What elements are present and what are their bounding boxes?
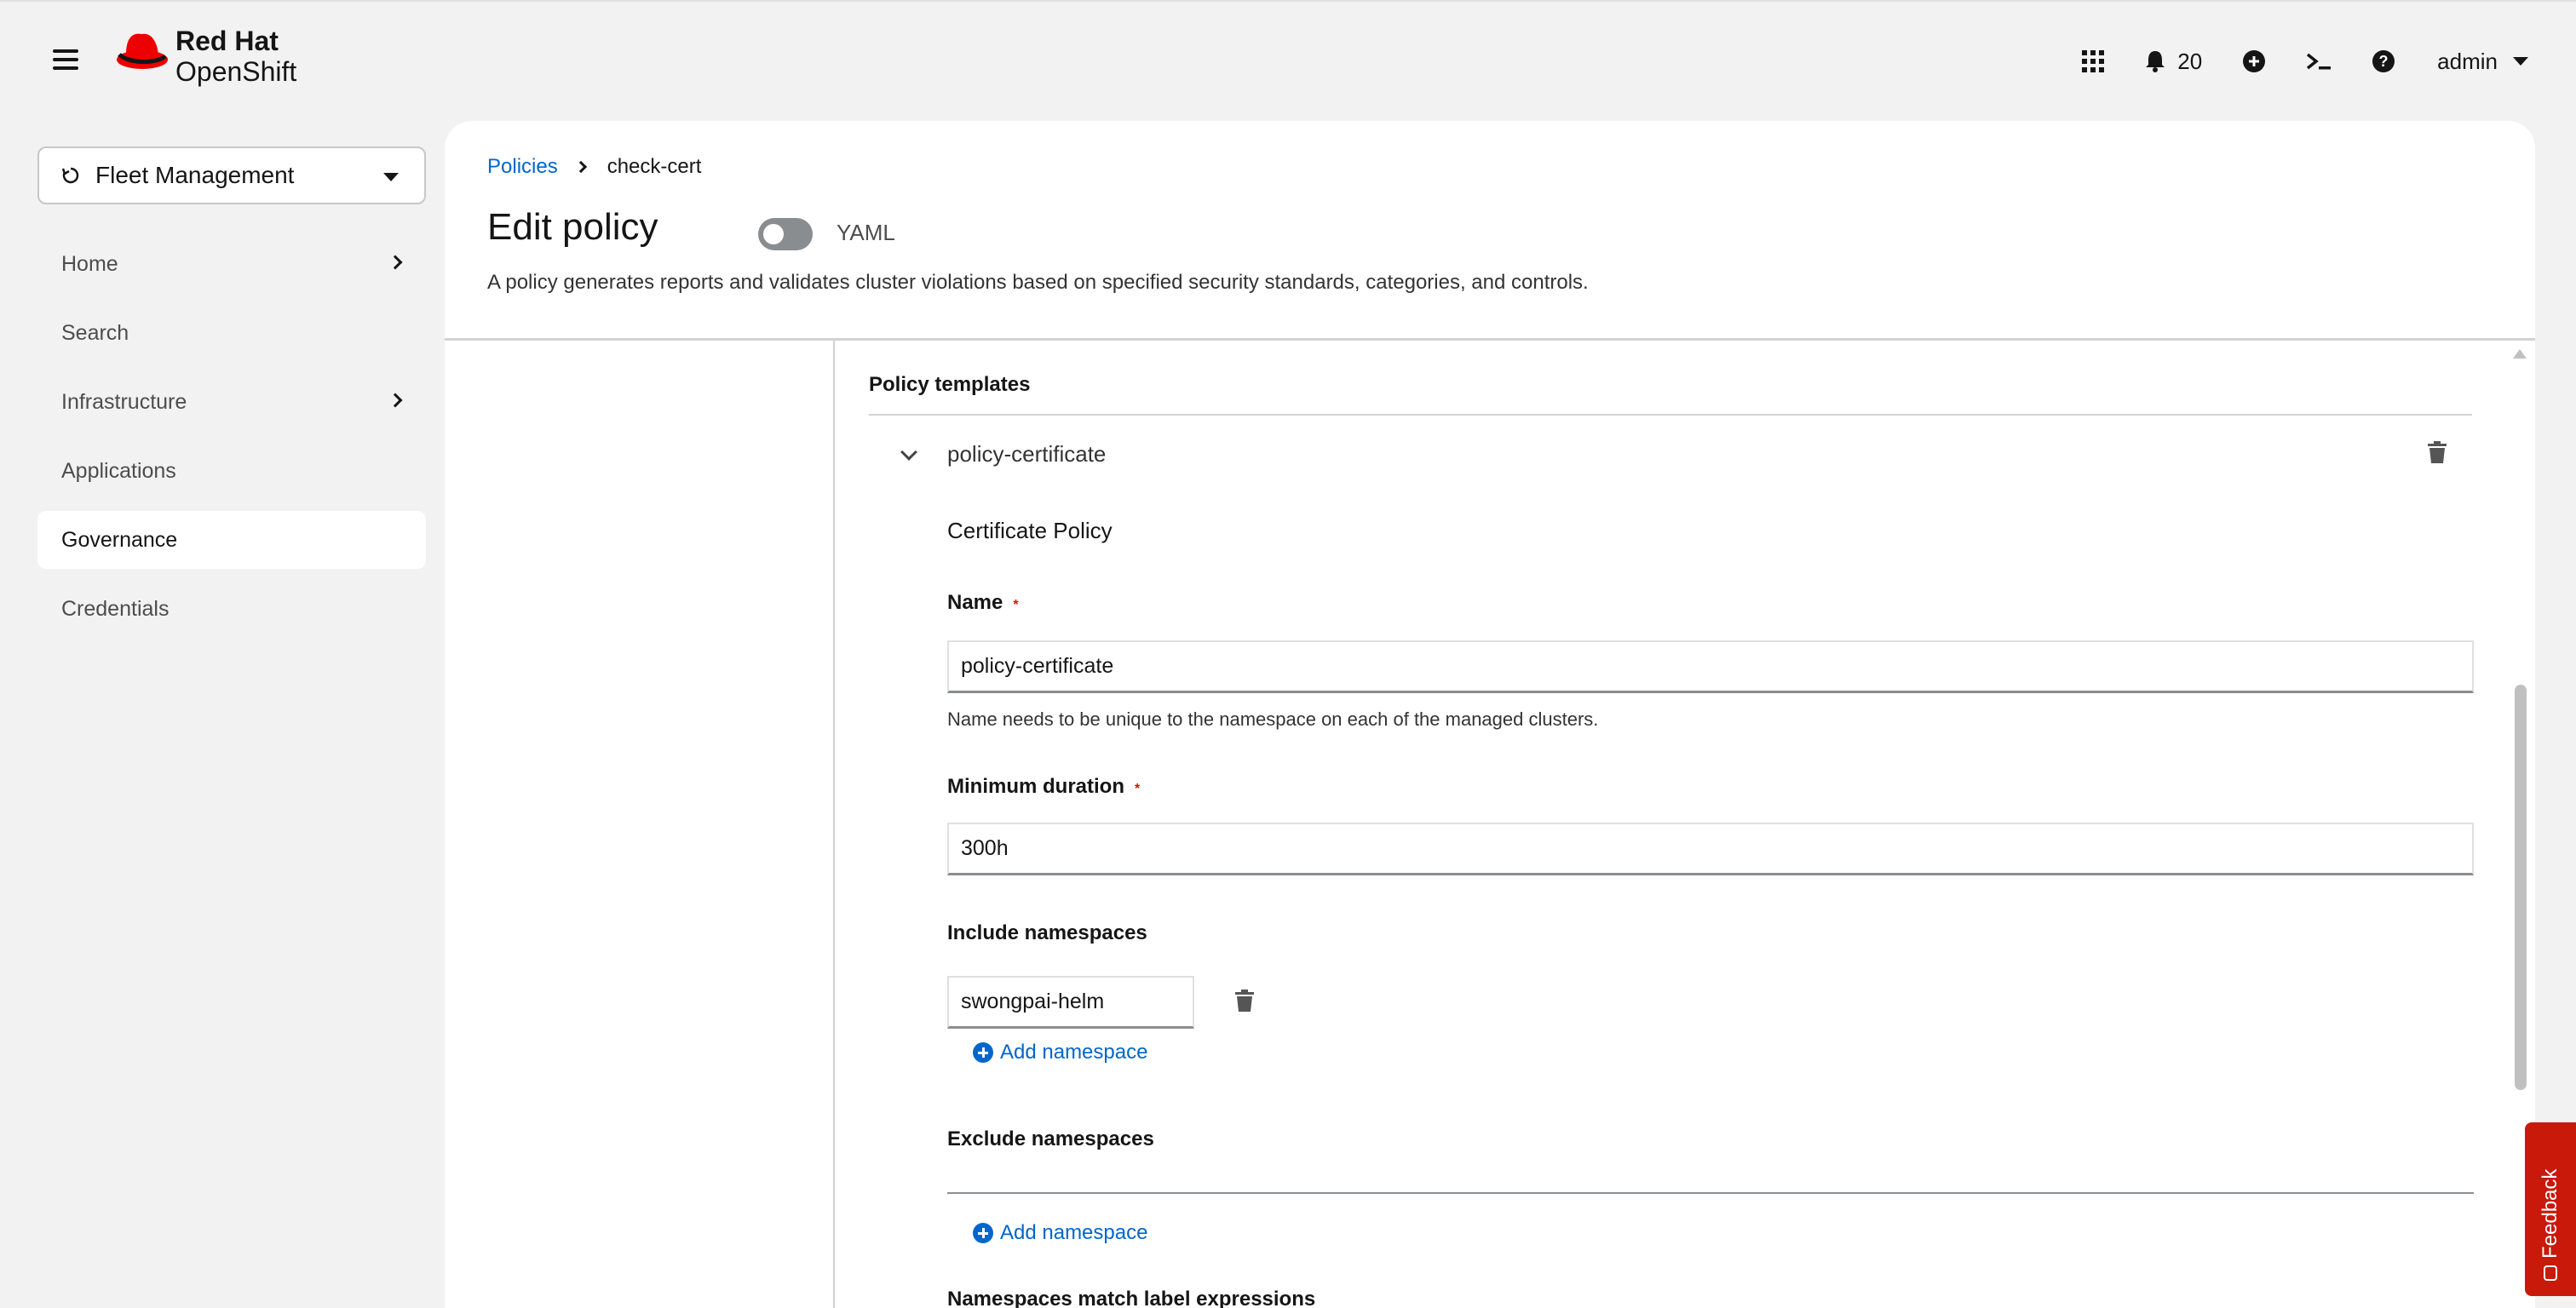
name-input[interactable]: policy-certificate — [947, 640, 2474, 693]
masthead-toolbar: 20 ? admin — [2041, 36, 2576, 87]
bell-icon — [2146, 51, 2165, 72]
nav-item-label: Credentials — [61, 596, 170, 621]
help-button[interactable]: ? — [2372, 36, 2395, 87]
question-circle-icon: ? — [2372, 50, 2395, 72]
quick-create-button[interactable] — [2243, 36, 2266, 87]
breadcrumb-link-policies[interactable]: Policies — [487, 155, 558, 179]
breadcrumb-current: check-cert — [607, 155, 702, 178]
nav-item-label: Applications — [61, 458, 176, 483]
caret-down-icon — [2513, 57, 2528, 66]
hamburger-menu-icon[interactable] — [53, 49, 78, 72]
fleet-management-icon — [61, 167, 79, 184]
min-duration-label: Minimum duration — [947, 775, 1124, 798]
product-name: OpenShift — [175, 56, 297, 87]
nav-item-applications[interactable]: Applications — [37, 442, 426, 500]
sidebar: Fleet Management Home Search Infrastruct… — [0, 119, 443, 1308]
required-marker: * — [1134, 782, 1141, 796]
nav-item-governance[interactable]: Governance — [37, 511, 426, 569]
feedback-label: Feedback — [2539, 1168, 2562, 1259]
trash-icon[interactable] — [2428, 441, 2447, 463]
name-field-label: Name * — [947, 591, 2474, 615]
exclude-namespaces-field[interactable] — [947, 1192, 2474, 1194]
exclude-namespaces-label: Exclude namespaces — [947, 1127, 1154, 1150]
main-content: Policies check-cert Edit policy YAML A p… — [445, 121, 2535, 1308]
redhat-openshift-logo[interactable]: Red Hat OpenShift — [116, 26, 296, 87]
page-title: Edit policy — [487, 206, 658, 248]
terminal-icon — [2307, 53, 2332, 70]
username: admin — [2437, 48, 2498, 74]
add-namespace-label: Add namespace — [1000, 1221, 1148, 1244]
plus-circle-icon — [973, 1042, 993, 1063]
nav-item-credentials[interactable]: Credentials — [37, 580, 426, 638]
feedback-icon — [2544, 1265, 2557, 1281]
chevron-right-icon — [388, 393, 403, 408]
nav-item-search[interactable]: Search — [37, 304, 426, 362]
chevron-right-icon — [574, 160, 587, 174]
nav-item-infrastructure[interactable]: Infrastructure — [37, 373, 426, 431]
redhat-hat-icon — [117, 33, 168, 69]
perspective-name: Fleet Management — [95, 162, 295, 188]
page-description: A policy generates reports and validates… — [487, 271, 1589, 294]
yaml-toggle-label: YAML — [837, 220, 895, 245]
wizard-nav-divider — [833, 341, 835, 1308]
notification-count: 20 — [2177, 48, 2203, 74]
plus-circle-icon — [2243, 50, 2266, 72]
chevron-down-icon[interactable] — [900, 444, 917, 461]
section-divider — [869, 414, 2472, 416]
template-kind: Certificate Policy — [947, 518, 1113, 543]
chevron-right-icon — [388, 255, 403, 270]
include-namespace-input[interactable]: swongpai-helm — [947, 976, 1194, 1029]
min-duration-input[interactable]: 300h — [947, 823, 2474, 875]
include-namespaces-label: Include namespaces — [947, 921, 1147, 944]
trash-icon[interactable] — [1235, 990, 1254, 1012]
add-exclude-namespace-link[interactable]: Add namespace — [973, 1221, 1147, 1245]
scrollbar-thumb[interactable] — [2515, 685, 2527, 1090]
template-name: policy-certificate — [947, 441, 1107, 467]
name-label: Name — [947, 591, 1003, 614]
page-header: Policies check-cert Edit policy YAML A p… — [445, 121, 2535, 341]
caret-down-icon — [383, 173, 399, 181]
plus-circle-icon — [973, 1223, 993, 1243]
add-include-namespace-link[interactable]: Add namespace — [973, 1041, 1147, 1064]
notifications-button[interactable]: 20 — [2145, 36, 2202, 87]
scroll-up-arrow-icon[interactable] — [2513, 349, 2527, 359]
web-terminal-button[interactable] — [2306, 36, 2332, 87]
wizard-body: Policy templates policy-certificate Cert… — [445, 341, 2535, 1308]
perspective-switcher[interactable]: Fleet Management — [37, 146, 426, 204]
user-menu-toggle[interactable]: admin — [2437, 49, 2528, 75]
nav-item-label: Governance — [61, 527, 178, 552]
required-marker: * — [1013, 598, 1019, 612]
svg-text:?: ? — [2379, 53, 2389, 70]
min-duration-field-label: Minimum duration * — [947, 775, 2474, 799]
name-helper-text: Name needs to be unique to the namespace… — [947, 708, 1599, 730]
breadcrumb: Policies check-cert — [487, 155, 701, 179]
yaml-toggle-switch[interactable] — [758, 218, 813, 250]
masthead: Red Hat OpenShift 20 ? admin — [0, 0, 2576, 119]
nav-item-home[interactable]: Home — [37, 235, 426, 293]
app-launcher-button[interactable] — [2082, 36, 2105, 87]
section-title: Policy templates — [869, 373, 1031, 396]
nav-item-label: Home — [61, 251, 118, 276]
nav-item-label: Search — [61, 320, 129, 345]
add-namespace-label: Add namespace — [1000, 1041, 1148, 1064]
brand-name: Red Hat — [175, 26, 279, 56]
feedback-button[interactable]: Feedback — [2525, 1122, 2576, 1296]
grid-icon — [2082, 50, 2105, 72]
match-label-expressions-label: Namespaces match label expressions — [947, 1288, 1316, 1308]
nav-item-label: Infrastructure — [61, 389, 187, 414]
nav-list: Home Search Infrastructure Applications … — [37, 235, 426, 649]
